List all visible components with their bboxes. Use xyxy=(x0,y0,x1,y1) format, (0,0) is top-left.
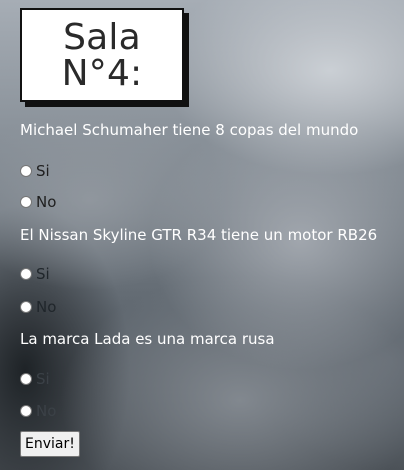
option-label: No xyxy=(36,193,57,211)
radio-button[interactable] xyxy=(20,405,32,417)
room-title-card: Sala N°4: xyxy=(20,8,184,102)
question-2-text: El Nissan Skyline GTR R34 tiene un motor… xyxy=(20,226,378,244)
radio-button[interactable] xyxy=(20,165,32,177)
question-3-option-no[interactable]: No xyxy=(20,402,56,420)
quiz-page: Sala N°4: Michael Schumaher tiene 8 copa… xyxy=(0,0,404,470)
question-1-text: Michael Schumaher tiene 8 copas del mund… xyxy=(20,121,359,139)
radio-button[interactable] xyxy=(20,196,32,208)
question-3-text: La marca Lada es una marca rusa xyxy=(20,330,275,348)
question-3-option-si[interactable]: Si xyxy=(20,370,50,388)
radio-button[interactable] xyxy=(20,373,32,385)
option-label: Si xyxy=(36,162,50,180)
radio-button[interactable] xyxy=(20,301,32,313)
question-1-option-si[interactable]: Si xyxy=(20,162,50,180)
option-label: Si xyxy=(36,265,50,283)
question-2-option-no[interactable]: No xyxy=(20,298,56,316)
submit-button[interactable]: Enviar! xyxy=(20,431,80,457)
option-label: No xyxy=(36,402,57,420)
question-1-option-no[interactable]: No xyxy=(20,193,56,211)
room-title: Sala N°4: xyxy=(61,16,143,94)
radio-button[interactable] xyxy=(20,268,32,280)
option-label: No xyxy=(36,298,57,316)
option-label: Si xyxy=(36,370,50,388)
question-2-option-si[interactable]: Si xyxy=(20,265,50,283)
